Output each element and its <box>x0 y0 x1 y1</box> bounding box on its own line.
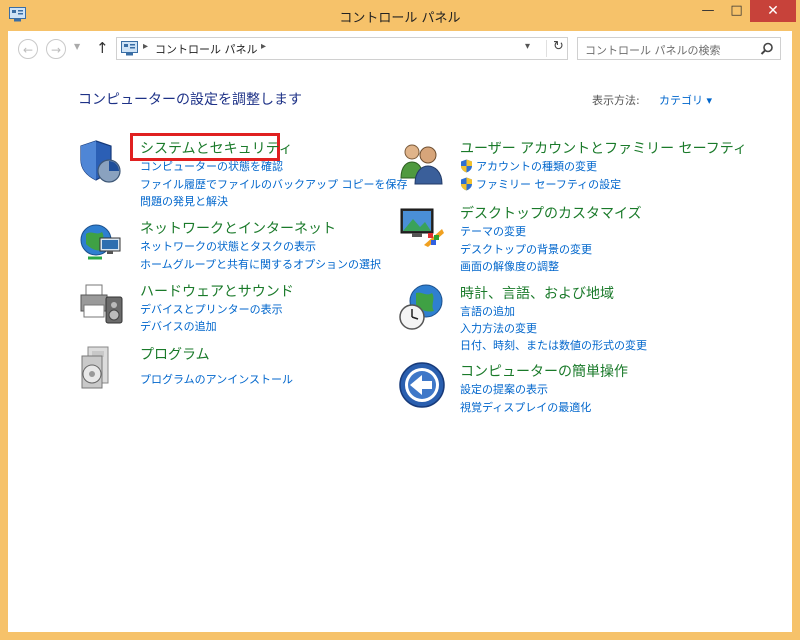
link-add-language[interactable]: 言語の追加 <box>460 303 515 319</box>
breadcrumb-separator[interactable]: ▸ <box>261 41 266 52</box>
up-button[interactable]: ↑ <box>96 39 109 57</box>
control-panel-icon <box>121 41 138 56</box>
link-file-history-backup[interactable]: ファイル履歴でファイルのバックアップ コピーを保存 <box>140 176 408 192</box>
search-input[interactable]: コントロール パネルの検索 <box>577 37 781 60</box>
link-homegroup-sharing[interactable]: ホームグループと共有に関するオプションの選択 <box>140 256 381 272</box>
view-by-dropdown[interactable]: カテゴリ ▾ <box>659 92 712 108</box>
category-system-security-title[interactable]: システムとセキュリティ <box>140 138 293 158</box>
ease-of-access-icon[interactable] <box>398 361 446 409</box>
link-adjust-screen-resolution[interactable]: 画面の解像度の調整 <box>460 258 559 274</box>
link-optimize-visual-display[interactable]: 視覚ディスプレイの最適化 <box>460 399 591 415</box>
link-suggested-settings[interactable]: 設定の提案の表示 <box>460 381 548 397</box>
users-icon[interactable] <box>398 138 446 186</box>
link-change-theme[interactable]: テーマの変更 <box>460 223 526 239</box>
category-hardware-sound-title[interactable]: ハードウェアとサウンド <box>140 281 294 301</box>
title-bar: コントロール パネル — □ ✕ <box>0 0 800 32</box>
refresh-button[interactable]: ↻ <box>553 39 564 54</box>
category-programs-title[interactable]: プログラム <box>140 344 210 364</box>
network-globe-icon[interactable] <box>78 218 126 266</box>
back-button[interactable]: ← <box>18 39 38 59</box>
link-change-input-method[interactable]: 入力方法の変更 <box>460 320 537 336</box>
category-user-accounts-title[interactable]: ユーザー アカウントとファミリー セーフティ <box>460 138 747 158</box>
shield-icon[interactable] <box>78 138 126 186</box>
link-troubleshoot[interactable]: 問題の発見と解決 <box>140 193 228 209</box>
address-history-dropdown[interactable]: ▾ <box>525 41 530 52</box>
control-panel-window: コントロール パネル — □ ✕ ← → ▼ ↑ ▸ コントロール パネル ▸ <box>0 0 800 640</box>
maximize-button[interactable]: □ <box>723 0 750 22</box>
view-by-label: 表示方法: <box>592 94 640 107</box>
search-placeholder: コントロール パネルの検索 <box>585 44 721 57</box>
category-appearance-title[interactable]: デスクトップのカスタマイズ <box>460 203 642 223</box>
link-change-desktop-background[interactable]: デスクトップの背景の変更 <box>460 241 592 257</box>
link-change-date-time-format[interactable]: 日付、時刻、または数値の形式の変更 <box>460 337 647 353</box>
link-network-status[interactable]: ネットワークの状態とタスクの表示 <box>140 238 316 254</box>
breadcrumb-control-panel[interactable]: コントロール パネル <box>155 41 258 57</box>
link-check-computer-status[interactable]: コンピューターの状態を確認 <box>140 158 283 174</box>
address-bar[interactable]: ▸ コントロール パネル ▸ ▾ ↻ <box>116 37 568 60</box>
recent-locations-dropdown[interactable]: ▼ <box>74 42 80 51</box>
category-clock-language-title[interactable]: 時計、言語、および地域 <box>460 283 614 303</box>
printer-speaker-icon[interactable] <box>78 281 126 329</box>
address-divider <box>546 40 547 57</box>
content-area: ← → ▼ ↑ ▸ コントロール パネル ▸ ▾ ↻ コントロール パネルの検索… <box>8 31 792 632</box>
clock-globe-icon[interactable] <box>398 283 446 331</box>
uac-shield-icon <box>461 159 472 173</box>
close-button[interactable]: ✕ <box>750 0 796 22</box>
breadcrumb-separator[interactable]: ▸ <box>143 41 148 52</box>
category-ease-of-access-title[interactable]: コンピューターの簡単操作 <box>460 361 628 381</box>
page-title: コンピューターの設定を調整します <box>78 92 302 108</box>
forward-button[interactable]: → <box>46 39 66 59</box>
link-uninstall-program[interactable]: プログラムのアンインストール <box>140 371 293 387</box>
link-family-safety[interactable]: ファミリー セーフティの設定 <box>476 176 621 192</box>
minimize-button[interactable]: — <box>693 0 723 22</box>
link-add-device[interactable]: デバイスの追加 <box>140 318 217 334</box>
search-icon[interactable] <box>760 42 774 56</box>
navigation-bar: ← → ▼ ↑ ▸ コントロール パネル ▸ ▾ ↻ コントロール パネルの検索 <box>8 31 792 67</box>
category-network-internet-title[interactable]: ネットワークとインターネット <box>140 218 336 238</box>
link-devices-printers[interactable]: デバイスとプリンターの表示 <box>140 301 283 317</box>
uac-shield-icon <box>461 177 472 191</box>
programs-icon[interactable] <box>78 344 126 392</box>
window-title: コントロール パネル <box>339 11 461 26</box>
monitor-palette-icon[interactable] <box>398 203 446 251</box>
link-change-account-type[interactable]: アカウントの種類の変更 <box>476 158 597 174</box>
